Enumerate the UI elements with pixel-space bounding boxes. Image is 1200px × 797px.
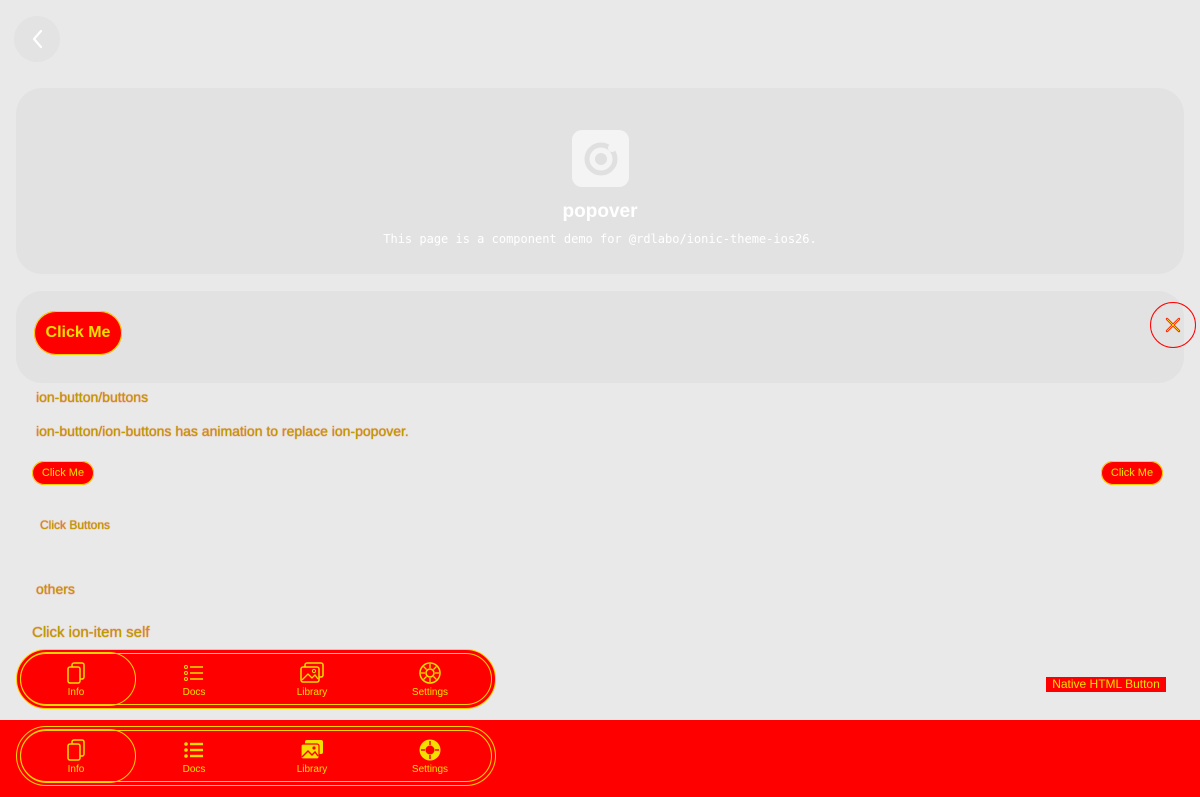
bottom-tab-bar: Info Docs Library Settings	[16, 726, 496, 786]
gear-icon	[419, 661, 441, 684]
tab-settings[interactable]: Settings	[371, 728, 489, 784]
click-me-button[interactable]: Click Me	[34, 311, 122, 355]
tab-label: Library	[296, 763, 328, 775]
tab-info[interactable]: Info	[17, 651, 136, 707]
list-icon	[184, 664, 203, 681]
click-buttons-button[interactable]: Click Buttons	[40, 518, 110, 532]
right-click-me-button[interactable]: Click Me	[1101, 461, 1163, 485]
native-html-button[interactable]: Native HTML Button	[1046, 677, 1166, 692]
section-heading-ion-button: ion-button/buttons	[36, 389, 149, 405]
tab-info[interactable]: Info	[17, 728, 136, 784]
tab-label: Info	[67, 686, 85, 698]
copy-icon	[67, 661, 85, 684]
page-subtitle: This page is a component demo for @rdlab…	[383, 232, 817, 246]
images-icon	[300, 661, 324, 683]
copy-icon	[67, 738, 85, 761]
floating-tab-bar: Info Docs Library Settings	[16, 649, 496, 709]
tab-label: Info	[67, 763, 85, 775]
tab-label: Docs	[182, 763, 206, 775]
close-icon	[1165, 317, 1181, 333]
tab-label: Settings	[411, 763, 449, 775]
popover-card	[16, 291, 1184, 383]
list-icon	[184, 741, 203, 758]
gear-icon	[419, 739, 441, 760]
tab-library[interactable]: Library	[253, 651, 371, 707]
left-click-me-button[interactable]: Click Me	[32, 461, 94, 485]
ion-item-self[interactable]: Click ion-item self	[32, 624, 150, 641]
chevron-left-icon	[32, 29, 43, 49]
images-icon	[300, 739, 323, 760]
tab-library[interactable]: Library	[253, 728, 371, 784]
section-heading-others: others	[36, 581, 75, 597]
close-button[interactable]	[1150, 302, 1196, 348]
ionic-logo-icon	[572, 130, 629, 187]
tab-docs[interactable]: Docs	[135, 728, 253, 784]
section-description: ion-button/ion-buttons has animation to …	[36, 423, 409, 439]
tab-settings[interactable]: Settings	[371, 651, 489, 707]
tab-docs[interactable]: Docs	[135, 651, 253, 707]
back-button[interactable]	[14, 16, 60, 62]
tab-label: Docs	[182, 686, 206, 698]
tab-label: Settings	[411, 686, 449, 698]
tab-label: Library	[296, 686, 328, 698]
page-title: popover	[562, 201, 638, 222]
